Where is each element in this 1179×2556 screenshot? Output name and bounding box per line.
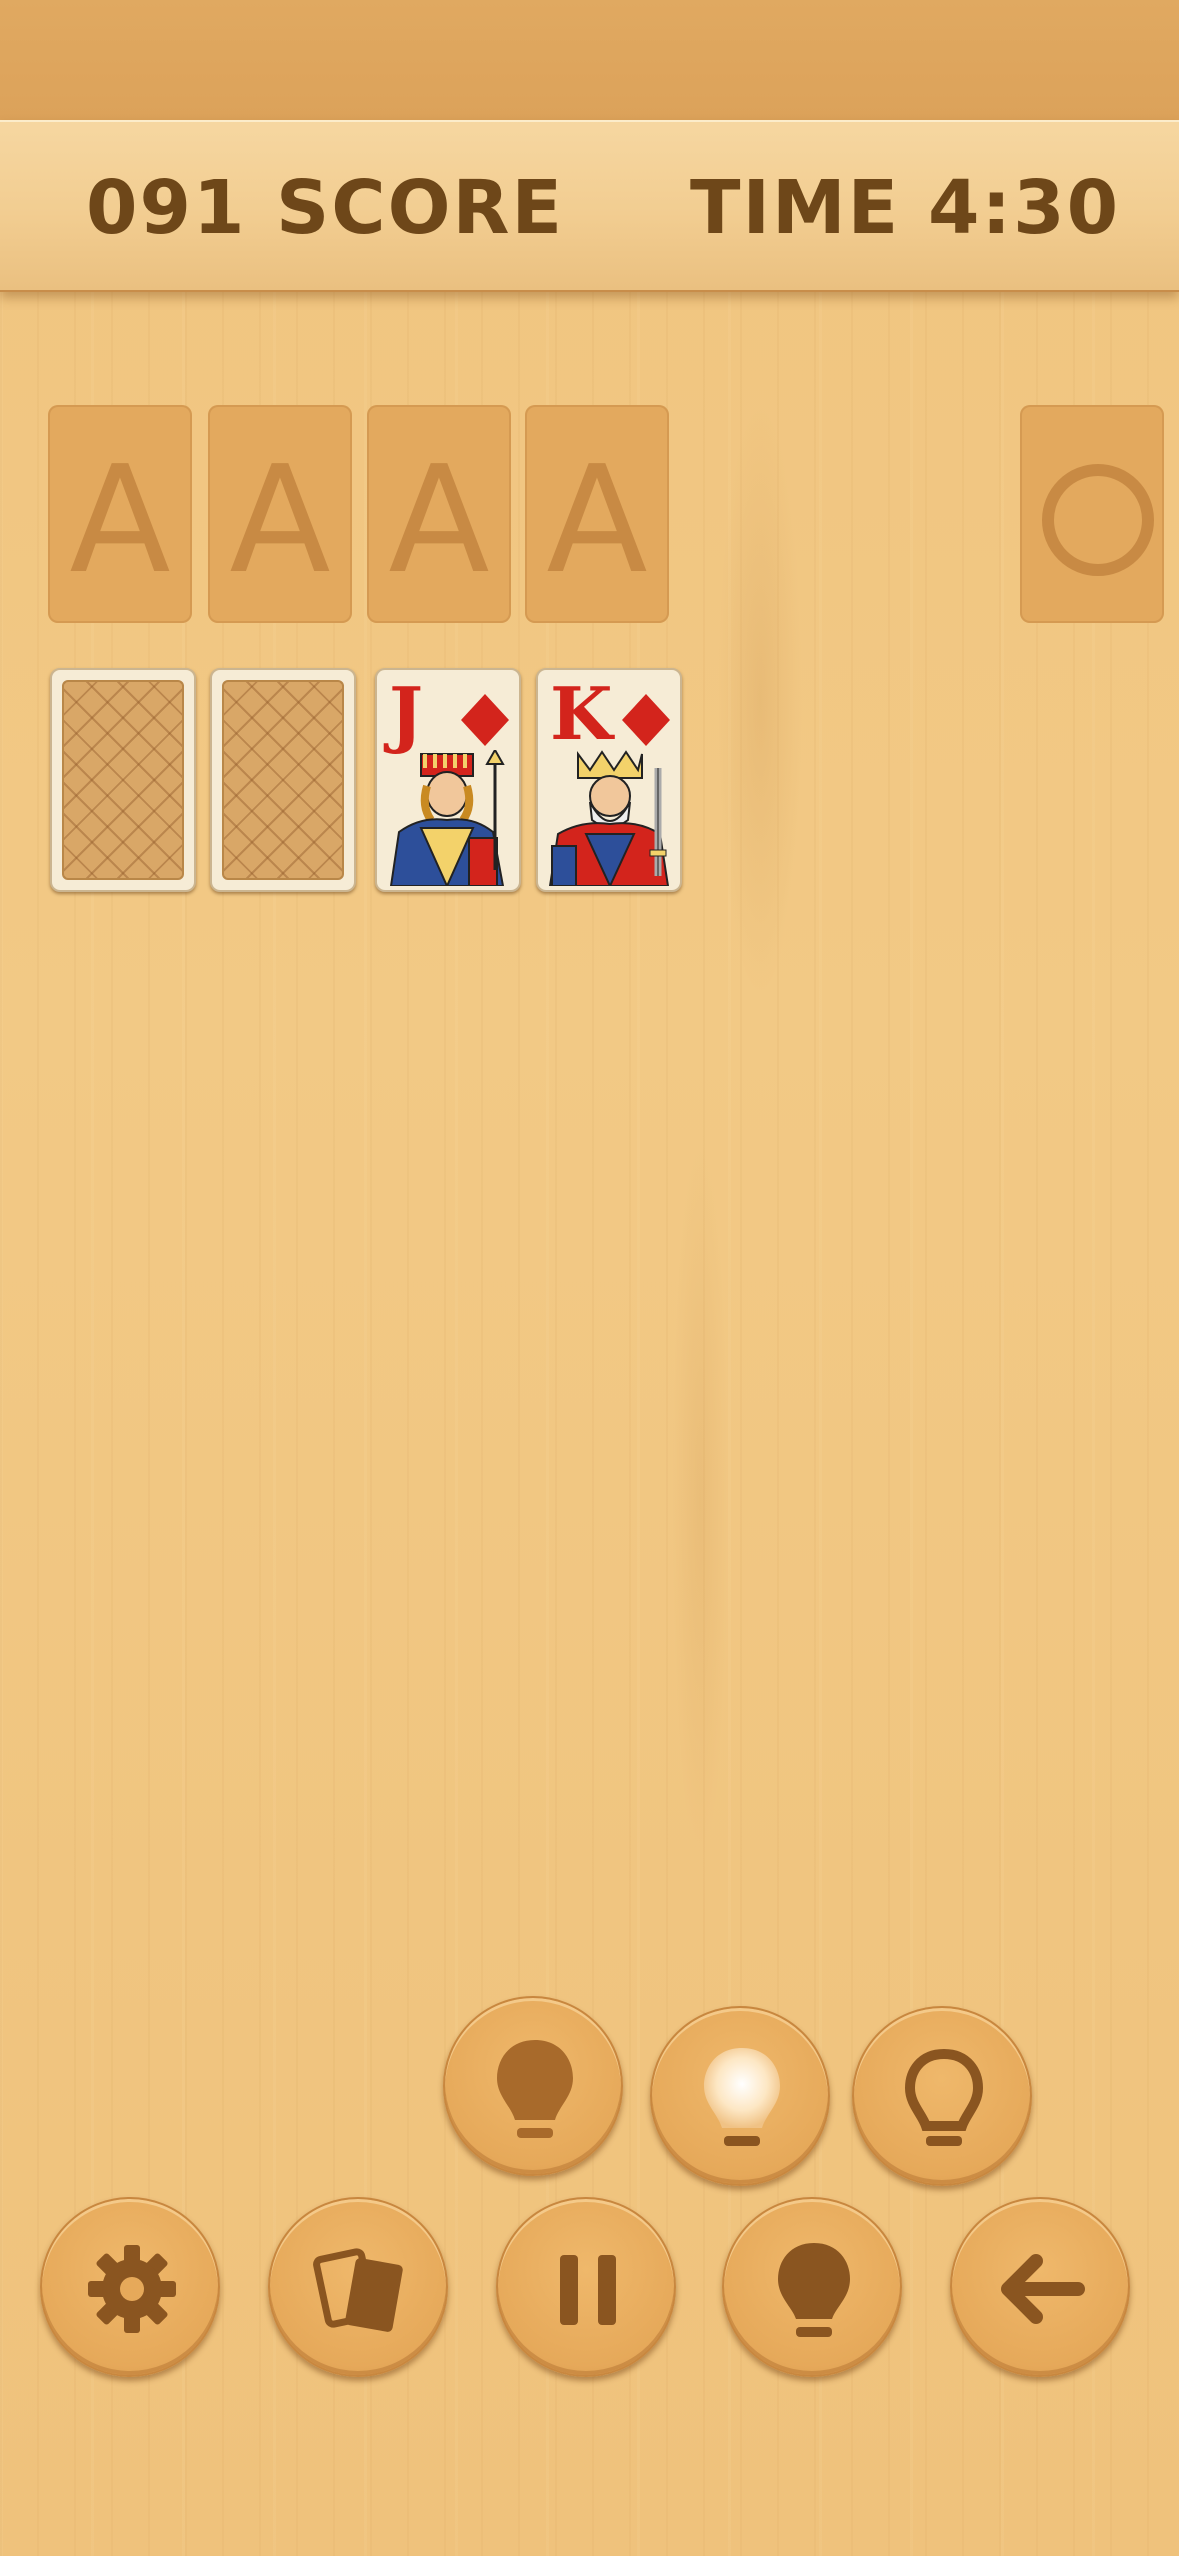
stock-pile[interactable] <box>1020 405 1164 623</box>
foundation-slot-4[interactable]: A <box>525 405 669 623</box>
bulb-glowing-icon <box>704 2048 780 2146</box>
pause-icon <box>560 2255 616 2325</box>
card-jack-of-diamonds[interactable]: J <box>375 668 521 892</box>
pause-button[interactable] <box>496 2197 676 2377</box>
hint-button[interactable] <box>722 2197 902 2377</box>
arrow-left-icon <box>1001 2254 1085 2324</box>
diamond-suit-icon <box>622 694 670 746</box>
settings-button[interactable] <box>40 2197 220 2377</box>
status-strip <box>0 0 1179 120</box>
foundation-label: A <box>546 434 648 606</box>
bulb-outline-icon <box>904 2048 984 2146</box>
foundation-slot-1[interactable]: A <box>48 405 192 623</box>
score-value: 091 <box>86 165 247 251</box>
foundation-label: A <box>69 434 171 606</box>
bulb-icon <box>778 2243 850 2337</box>
time-value: 4:30 <box>928 165 1121 251</box>
diamond-suit-icon <box>461 694 509 746</box>
card-back-pattern <box>222 680 344 880</box>
score-label: SCORE <box>276 165 565 251</box>
jack-portrait <box>389 750 505 886</box>
hint-button-1[interactable] <box>443 1996 623 2176</box>
hint-button-3[interactable] <box>852 2006 1032 2186</box>
cards-icon <box>313 2248 403 2332</box>
circle-icon <box>1042 464 1154 576</box>
score-bar: 091 SCORE TIME 4:30 <box>0 120 1179 292</box>
foundation-slot-2[interactable]: A <box>208 405 352 623</box>
card-rank: J <box>389 671 424 756</box>
gear-icon <box>88 2245 176 2333</box>
undo-button[interactable] <box>950 2197 1130 2377</box>
king-portrait <box>548 750 670 886</box>
time-label: TIME <box>690 165 901 251</box>
card-face-down-2[interactable] <box>210 668 356 892</box>
bulb-filled-icon <box>497 2040 573 2138</box>
foundation-slot-3[interactable]: A <box>367 405 511 623</box>
card-face-down-1[interactable] <box>50 668 196 892</box>
card-king-of-diamonds[interactable]: K <box>536 668 682 892</box>
foundation-label: A <box>229 434 331 606</box>
hint-button-2[interactable] <box>650 2006 830 2186</box>
card-rank: K <box>550 671 613 756</box>
card-back-pattern <box>62 680 184 880</box>
new-deal-button[interactable] <box>268 2197 448 2377</box>
foundation-label: A <box>388 434 490 606</box>
